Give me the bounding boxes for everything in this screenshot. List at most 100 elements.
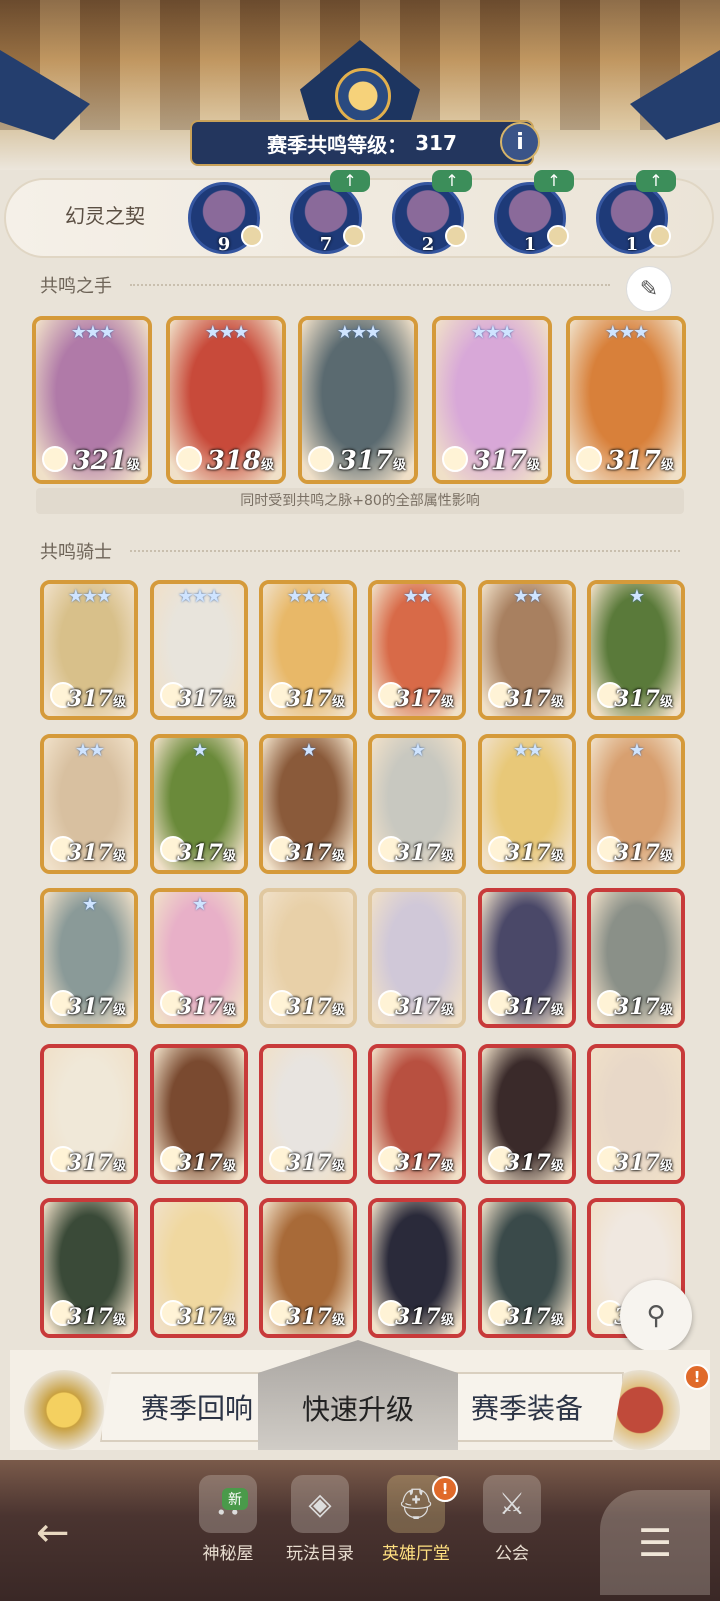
nav-label: 英雄厅堂 [382,1544,450,1564]
hero-level: 317级 [505,1304,564,1330]
class-icon [42,446,68,472]
level-number: 317 [505,840,551,866]
hero-card[interactable]: ★ 317级 [150,734,248,874]
hero-level: 317级 [177,994,236,1020]
class-icon [308,446,334,472]
upgrade-arrow-icon: ↑ [636,170,676,192]
hero-level: 317级 [607,446,674,476]
hero-card[interactable]: 317级 [368,1198,466,1338]
hero-card[interactable]: 317级 [368,1044,466,1184]
hero-card[interactable]: ★★★ 317级 [298,316,418,484]
star-rating: ★★ [402,586,433,607]
hero-level: 317级 [614,994,673,1020]
level-value: 317 [415,131,457,155]
hero-card[interactable]: 317级 [259,1198,357,1338]
hero-level: 317级 [286,1304,345,1330]
level-unit: 级 [550,1313,564,1328]
level-number: 317 [395,1150,441,1176]
new-badge: 新 [222,1488,248,1510]
nav-item[interactable]: ◈ 玩法目录 [272,1475,368,1590]
pact-count: 1 [523,234,537,255]
hero-level: 317级 [177,1150,236,1176]
info-button[interactable]: i [500,122,540,162]
hero-card[interactable]: 317级 [40,1044,138,1184]
hero-card[interactable]: 317级 [259,888,357,1028]
hero-card[interactable]: 317级 [587,888,685,1028]
hero-card[interactable]: 317级 [150,1044,248,1184]
filter-button[interactable]: ⚲ [620,1280,692,1352]
pact-slot[interactable]: 1 [596,182,671,255]
hero-card[interactable]: ★ 317级 [587,734,685,874]
hero-card[interactable]: ★ 317级 [150,888,248,1028]
level-unit: 级 [550,1159,564,1174]
pact-slot[interactable]: 1 [494,182,569,255]
hall-alert-badge: ! [432,1476,458,1502]
hero-card[interactable]: ★ 317级 [368,734,466,874]
hero-card[interactable]: ★★★ 317级 [566,316,686,484]
hero-card[interactable]: ★★ 317级 [40,734,138,874]
star-rating: ★★★ [67,586,112,607]
hero-card[interactable]: 317级 [478,1044,576,1184]
star-rating: ★★★ [70,322,115,343]
quill-icon[interactable]: ✎ [626,266,672,312]
back-arrow-icon[interactable]: ← [36,1510,70,1556]
echo-orb-icon [24,1370,104,1450]
level-unit: 级 [222,1003,236,1018]
level-unit: 级 [222,695,236,710]
hero-card[interactable]: 317级 [150,1198,248,1338]
level-number: 317 [614,1150,660,1176]
hero-card[interactable]: ★★ 317级 [478,580,576,720]
level-number: 321 [72,446,127,476]
level-unit: 级 [126,458,140,473]
hero-level: 317级 [177,840,236,866]
hero-card[interactable]: ★★ 317级 [368,580,466,720]
level-unit: 级 [550,1003,564,1018]
level-unit: 级 [550,695,564,710]
star-rating: ★ [409,740,426,761]
hero-card[interactable]: ★ 317级 [40,888,138,1028]
season-resonance-level: 赛季共鸣等级： 317 [190,120,534,166]
level-unit: 级 [260,458,274,473]
level-number: 317 [395,1304,441,1330]
pact-slot[interactable]: 2 [392,182,467,255]
hero-card[interactable]: ★★★ 317级 [40,580,138,720]
hero-card[interactable]: 317级 [259,1044,357,1184]
hero-card[interactable]: ★ 317级 [587,580,685,720]
hero-card[interactable]: ★★ 317级 [478,734,576,874]
hero-card[interactable]: ★★★ 317级 [432,316,552,484]
hero-level: 317级 [67,686,126,712]
hero-card[interactable]: ★ 317级 [259,734,357,874]
level-number: 317 [606,446,661,476]
pact-slot[interactable]: 9 [188,182,263,255]
hero-level: 317级 [505,840,564,866]
level-number: 317 [67,994,113,1020]
level-unit: 级 [440,695,454,710]
hero-card[interactable]: ★★★ 321级 [32,316,152,484]
level-number: 317 [395,994,441,1020]
hero-card[interactable]: 317级 [368,888,466,1028]
star-rating: ★★ [74,740,105,761]
hero-card[interactable]: 317级 [478,1198,576,1338]
hero-card[interactable]: ★★★ 317级 [259,580,357,720]
level-number: 317 [472,446,527,476]
nav-item[interactable]: ⚔ 公会 [464,1475,560,1590]
hero-level: 317级 [395,994,454,1020]
hero-level: 317级 [395,686,454,712]
hero-card[interactable]: ★★★ 318级 [166,316,286,484]
level-unit: 级 [331,695,345,710]
hero-level: 318级 [207,446,274,476]
level-unit: 级 [222,1159,236,1174]
menu-icon[interactable]: ☰ [600,1490,710,1595]
level-unit: 级 [392,458,406,473]
hero-card[interactable]: 317级 [587,1044,685,1184]
hero-level: 317级 [395,840,454,866]
hero-level: 317级 [67,840,126,866]
pact-slot[interactable]: 7 [290,182,365,255]
hero-level: 317级 [473,446,540,476]
level-unit: 级 [660,458,674,473]
hero-card[interactable]: 317级 [40,1198,138,1338]
hero-card[interactable]: 317级 [478,888,576,1028]
season-gear-button[interactable]: 赛季装备 [430,1372,624,1442]
star-rating: ★★ [512,740,543,761]
hero-card[interactable]: ★★★ 317级 [150,580,248,720]
